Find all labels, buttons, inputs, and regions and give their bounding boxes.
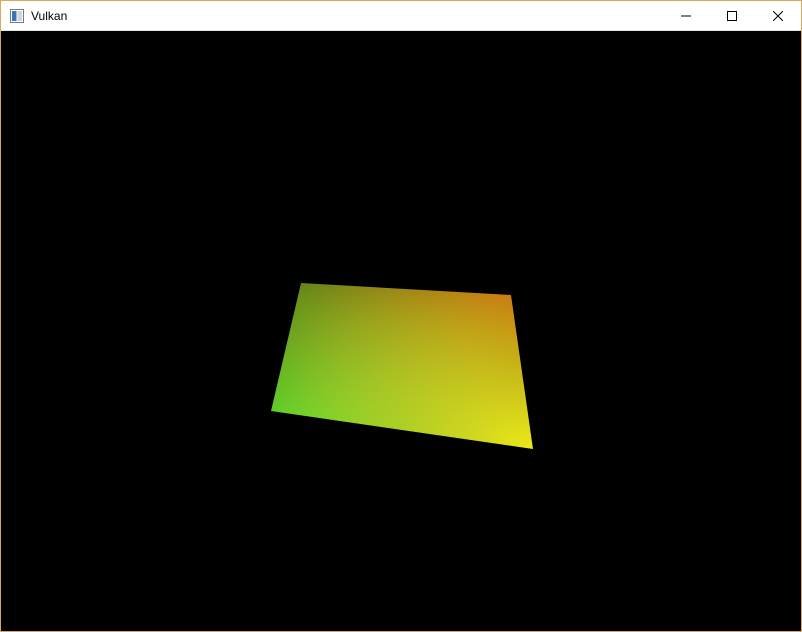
close-icon [773,11,783,21]
window-title: Vulkan [31,9,67,23]
rendered-quad [271,283,533,449]
maximize-icon [727,11,737,21]
close-button[interactable] [755,1,801,30]
app-icon [9,8,25,24]
render-canvas [1,31,801,631]
window-controls [663,1,801,30]
minimize-button[interactable] [663,1,709,30]
client-area [1,31,801,631]
minimize-icon [681,11,691,21]
maximize-button[interactable] [709,1,755,30]
titlebar[interactable]: Vulkan [1,1,801,31]
